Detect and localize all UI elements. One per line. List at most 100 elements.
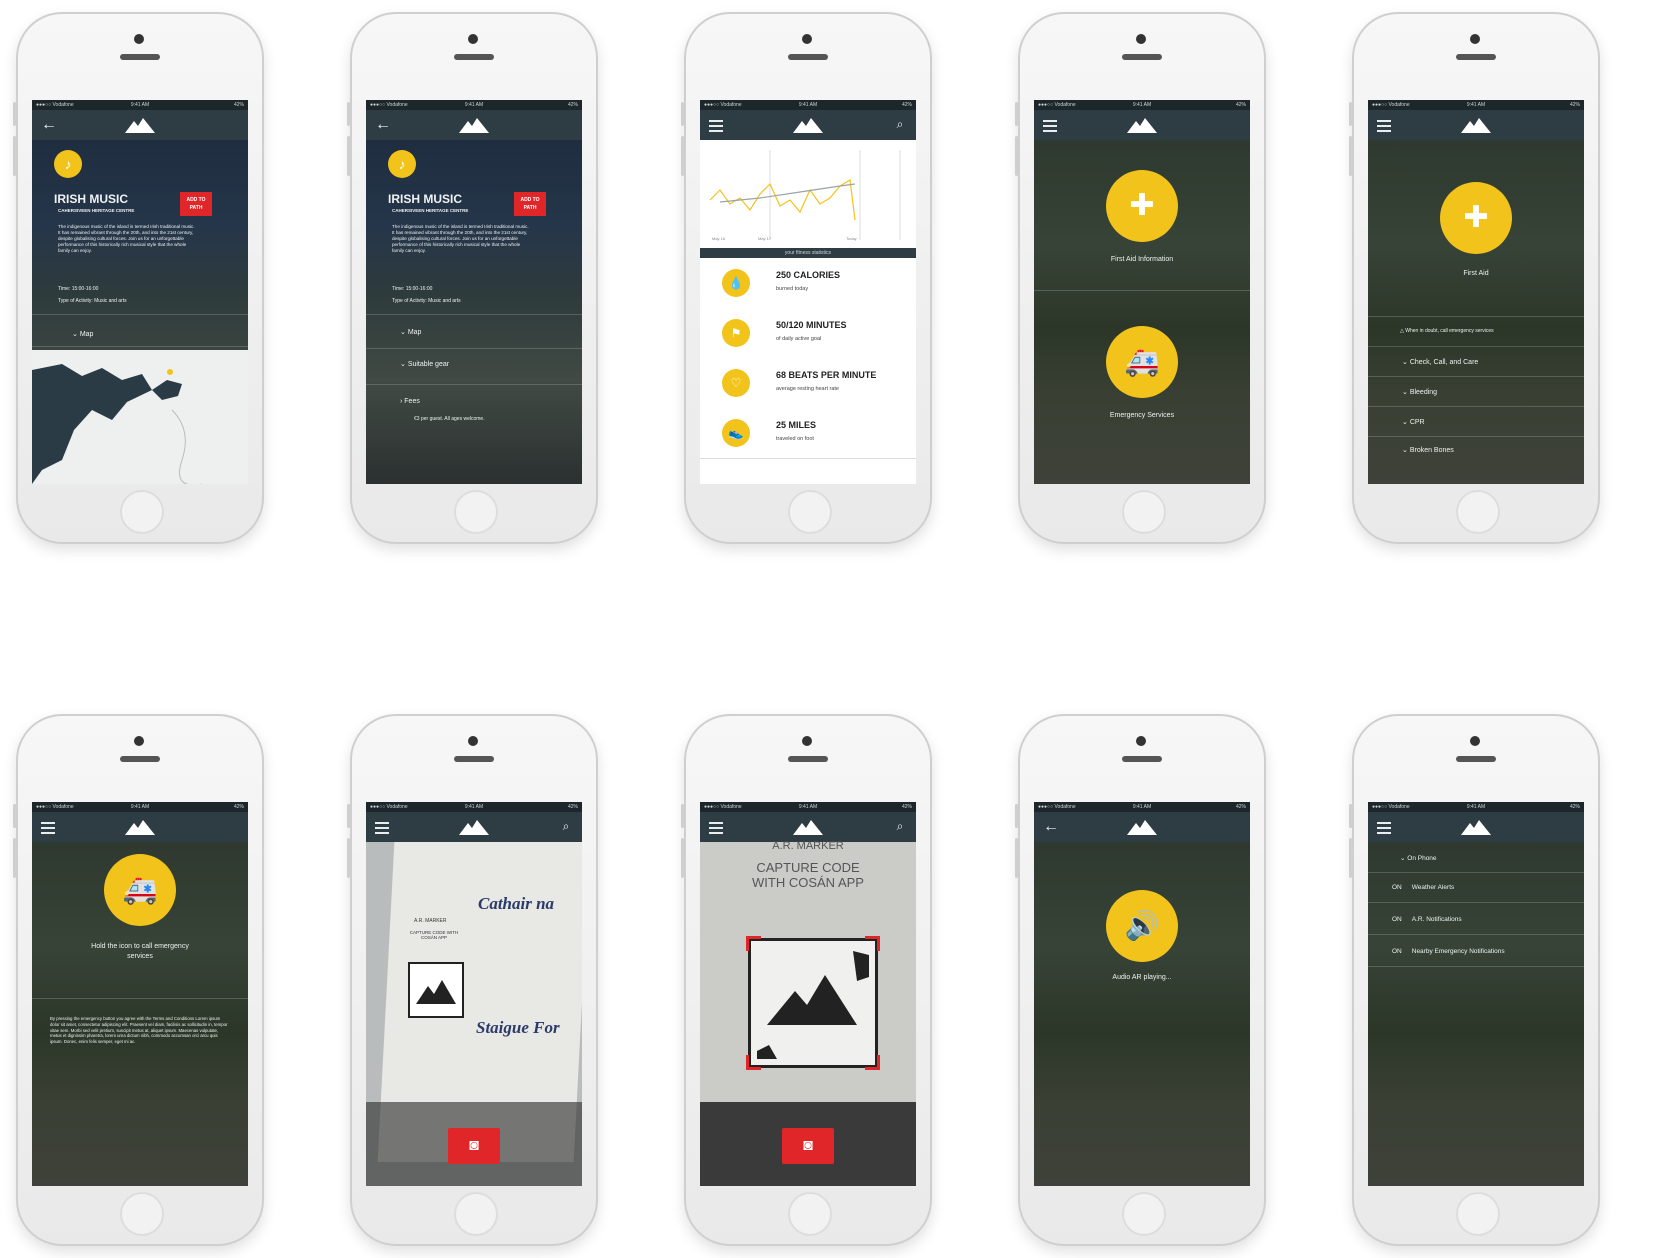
screen: ●●●○○ Vodafone 9:41 AM 42% ⌄ On Phone ON We… <box>1368 802 1584 1186</box>
nav-bar <box>1368 812 1584 842</box>
suitable-gear-toggle[interactable]: ⌄ Suitable gear <box>400 360 449 368</box>
nav-bar <box>1368 110 1584 140</box>
event-title: IRISH MUSIC <box>388 192 463 206</box>
stat-row[interactable]: ♡ 68 BEATS PER MINUTE average resting he… <box>700 358 916 409</box>
mountain-logo-icon <box>459 820 489 835</box>
toggle-state[interactable]: ON <box>1392 884 1402 891</box>
home-button[interactable] <box>788 1192 832 1236</box>
back-arrow-icon[interactable]: ← <box>374 116 392 134</box>
nav-bar: ⌕ <box>700 110 916 140</box>
phone-notification-settings: ●●●○○ Vodafone 9:41 AM 42% ⌄ On Phone ON We… <box>1349 714 1600 1246</box>
home-button[interactable] <box>454 1192 498 1236</box>
stat-row[interactable]: ⚑ 50/120 MINUTES of daily active goal <box>700 308 916 359</box>
map-view[interactable] <box>32 350 248 484</box>
mountain-logo-icon <box>1461 118 1491 133</box>
fitness-chart <box>700 140 916 248</box>
camera-bar: ◙ <box>700 1102 916 1186</box>
axis-label: May 16 <box>712 236 726 241</box>
stat-row[interactable]: 👟 25 MILES traveled on foot <box>700 408 916 459</box>
setting-row[interactable]: ON A.R. Notifications <box>1392 916 1462 923</box>
speaker-icon[interactable]: 🔊 <box>1106 890 1178 962</box>
event-title: IRISH MUSIC <box>54 192 129 206</box>
settings-group-header[interactable]: ⌄ On Phone <box>1400 854 1437 862</box>
camera-button[interactable]: ◙ <box>448 1128 500 1164</box>
first-aid-item[interactable]: ⌄ Broken Bones <box>1402 446 1454 454</box>
first-aid-kit-icon: ✚ <box>1440 182 1512 254</box>
event-subtitle: CAHERSIVEEN HERITAGE CENTRE <box>58 208 135 213</box>
home-button[interactable] <box>120 490 164 534</box>
home-button[interactable] <box>1122 1192 1166 1236</box>
first-aid-label: First Aid Information <box>1110 256 1174 263</box>
mountain-logo-icon <box>1127 820 1157 835</box>
status-bar: ●●●○○ Vodafone 9:41 AM 42% <box>32 100 248 110</box>
home-button[interactable] <box>1122 490 1166 534</box>
setting-row[interactable]: ON Weather Alerts <box>1392 884 1454 891</box>
menu-icon[interactable] <box>1377 120 1391 122</box>
back-arrow-icon[interactable]: ← <box>40 116 58 134</box>
sign-heading: Cathair na <box>478 894 555 913</box>
camera-view: A.R. MARKER CAPTURE CODE WITH COSÁN APP <box>700 840 916 1102</box>
first-aid-kit-icon[interactable]: ✚ <box>1106 170 1178 242</box>
setting-row[interactable]: ON Nearby Emergency Notifications <box>1392 948 1505 955</box>
first-aid-item[interactable]: ⌄ Bleeding <box>1402 388 1437 396</box>
home-button[interactable] <box>788 490 832 534</box>
menu-icon[interactable] <box>41 822 55 824</box>
screen: ●●●○○ Vodafone 9:41 AM 42% 🚑 Hold the icon… <box>32 802 248 1186</box>
chevron-down-icon: ⌄ <box>1402 389 1410 396</box>
toggle-state[interactable]: ON <box>1392 916 1402 923</box>
home-button[interactable] <box>1456 1192 1500 1236</box>
menu-icon[interactable] <box>709 822 723 824</box>
search-icon[interactable]: ⌕ <box>558 818 574 834</box>
mountain-logo-icon <box>125 820 155 835</box>
heart-icon: ♡ <box>722 369 750 397</box>
menu-icon[interactable] <box>375 822 389 824</box>
nav-bar: ← <box>32 110 248 140</box>
fees-text: €3 per guest. All ages welcome. <box>414 416 485 422</box>
nav-bar <box>32 812 248 842</box>
back-arrow-icon[interactable]: ← <box>1042 818 1060 836</box>
screen: ●●●○○ Vodafone 9:41 AM 42% ← 🔊 Audio AR pl… <box>1034 802 1250 1186</box>
capture-instruction: CAPTURE CODE WITH COSÁN APP <box>752 860 864 890</box>
ambulance-icon[interactable]: 🚑 <box>104 854 176 926</box>
screen: ●●●○○ Vodafone 9:41 AM 42% ⌕ May 16 May 17… <box>700 100 916 484</box>
scan-frame-corner <box>746 936 761 951</box>
phone-fitness-stats: ●●●○○ Vodafone 9:41 AM 42% ⌕ May 16 May 17… <box>681 12 932 544</box>
chevron-down-icon: ⌄ <box>72 331 80 338</box>
home-button[interactable] <box>120 1192 164 1236</box>
mountain-logo-icon <box>125 118 155 133</box>
home-button[interactable] <box>454 490 498 534</box>
status-bar: ●●●○○ Vodafone 9:41 AM 42% <box>700 100 916 110</box>
ar-marker <box>746 936 880 1070</box>
map-toggle[interactable]: ⌄ Map <box>400 328 421 336</box>
home-button[interactable] <box>1456 490 1500 534</box>
fees-toggle[interactable]: › Fees <box>400 398 420 405</box>
camera-button[interactable]: ◙ <box>782 1128 834 1164</box>
search-icon[interactable]: ⌕ <box>892 818 908 834</box>
mountain-logo-icon <box>459 118 489 133</box>
flag-icon: ⚑ <box>722 319 750 347</box>
search-icon[interactable]: ⌕ <box>892 116 908 132</box>
screen: ●●●○○ Vodafone 9:41 AM 42% ← ♪ IRISH MUSIC… <box>32 100 248 484</box>
toggle-state[interactable]: ON <box>1392 948 1402 955</box>
phone-event-details: ●●●○○ Vodafone 9:41 AM 42% ← ♪ IRISH MUSIC… <box>347 12 598 544</box>
shoe-icon: 👟 <box>722 419 750 447</box>
sign-marker-text: A.R. MARKER <box>414 918 447 924</box>
menu-icon[interactable] <box>1043 120 1057 122</box>
menu-icon[interactable] <box>709 120 723 122</box>
menu-icon[interactable] <box>1377 822 1391 824</box>
emergency-services-label: Emergency Services <box>1109 412 1175 419</box>
drop-icon: 💧 <box>722 269 750 297</box>
ambulance-icon[interactable]: 🚑 <box>1106 326 1178 398</box>
mountain-logo-icon <box>1127 118 1157 133</box>
first-aid-item[interactable]: ⌄ CPR <box>1402 418 1425 426</box>
event-time: Time: 15:00-16:00 <box>392 286 433 292</box>
axis-label: Today <box>846 236 857 241</box>
first-aid-item[interactable]: ⌄ Check, Call, and Care <box>1402 358 1478 366</box>
chevron-down-icon: ⌄ <box>1402 419 1410 426</box>
add-to-path-button[interactable]: ADD TO PATH <box>180 192 212 216</box>
stat-row[interactable]: 💧 250 CALORIES burned today <box>700 258 916 309</box>
map-toggle[interactable]: ⌄ Map <box>72 330 93 338</box>
map-shape <box>32 350 248 484</box>
add-to-path-button[interactable]: ADD TO PATH <box>514 192 546 216</box>
phone-safety-menu: ●●●○○ Vodafone 9:41 AM 42% ✚ First Aid Inf… <box>1015 12 1266 544</box>
